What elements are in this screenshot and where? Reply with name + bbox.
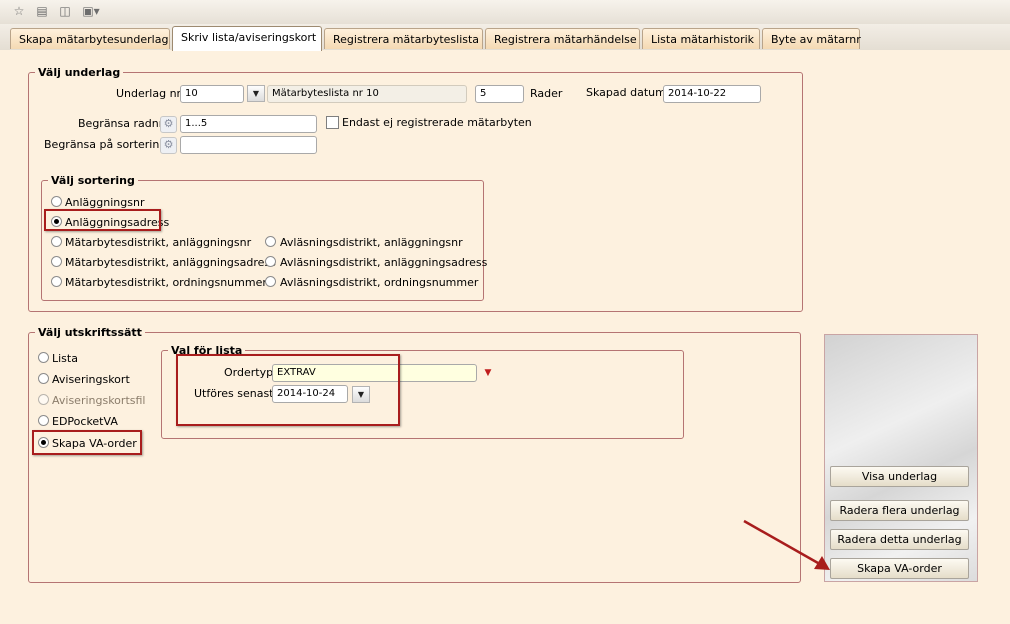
sort-label-av-anlaggningsnr: Avläsningsdistrikt, anläggningsnr	[280, 236, 463, 249]
sort-radio-mb-ordningsnummer[interactable]	[51, 276, 62, 287]
tab-skapa-matarbytesunderlag[interactable]: Skapa mätarbytesunderlag	[10, 28, 170, 49]
radera-detta-underlag-button[interactable]: Radera detta underlag	[830, 529, 969, 550]
sort-radio-av-ordningsnummer[interactable]	[265, 276, 276, 287]
valj-underlag-legend: Välj underlag	[38, 66, 121, 79]
chevron-down-icon: ▼	[252, 89, 260, 98]
valj-sortering-legend: Välj sortering	[51, 174, 135, 187]
highlight-box	[44, 209, 161, 231]
gear-icon[interactable]: ⚙	[160, 116, 177, 133]
tab-byte-av-matarnr[interactable]: Byte av mätarnr	[762, 28, 861, 49]
tab-strip: Skapa mätarbytesunderlag Skriv lista/avi…	[0, 24, 1010, 51]
print-label-aviseringskortsfil: Aviseringskortsfil	[52, 394, 146, 407]
ordertyp-dropdown-icon[interactable]: ▼	[480, 365, 496, 381]
list-name-field: Mätarbyteslista nr 10	[267, 85, 467, 103]
limit-sort-field[interactable]	[180, 136, 317, 154]
limit-sort-label: Begränsa på sortering	[44, 138, 167, 151]
only-unregistered-label: Endast ej registrerade mätarbyten	[342, 116, 532, 129]
toolbar: ☆ ▤ ◫ ▣▾	[0, 0, 1010, 25]
tab-label: Registrera mätarbyteslista	[333, 33, 480, 46]
sort-radio-av-anlaggningsnr[interactable]	[265, 236, 276, 247]
created-date-field[interactable]: 2014-10-22	[663, 85, 761, 103]
highlight-box	[32, 430, 142, 455]
sort-label-anlaggningsnr: Anläggningsnr	[65, 196, 145, 209]
print-radio-edpocketva[interactable]	[38, 415, 49, 426]
print-label-aviseringskort: Aviseringskort	[52, 373, 130, 386]
gear-icon[interactable]: ⚙	[160, 137, 177, 154]
tab-label: Byte av mätarnr	[771, 33, 861, 46]
print-radio-lista[interactable]	[38, 352, 49, 363]
sort-radio-mb-anlaggningsadress[interactable]	[51, 256, 62, 267]
export-icon[interactable]: ▣▾	[81, 4, 101, 18]
visa-underlag-button[interactable]: Visa underlag	[830, 466, 969, 487]
limit-rows-field[interactable]: 1...5	[180, 115, 317, 133]
rows-label: Rader	[530, 87, 563, 100]
sort-label-av-anlaggningsadress: Avläsningsdistrikt, anläggningsadress	[280, 256, 488, 269]
print-radio-aviseringskortsfil	[38, 394, 49, 405]
valj-utskriftssatt-legend: Välj utskriftssätt	[38, 326, 142, 339]
annotation-arrow-icon	[743, 519, 830, 570]
underlag-nr-label: Underlag nr	[116, 87, 182, 100]
print-label-lista: Lista	[52, 352, 78, 365]
tab-label: Skapa mätarbytesunderlag	[19, 33, 169, 46]
print-preview-icon[interactable]: ◫	[58, 4, 72, 18]
tab-content: Välj underlag Underlag nr 10 ▼ Mätarbyte…	[0, 50, 1010, 624]
print-label-edpocketva: EDPocketVA	[52, 415, 118, 428]
radera-flera-underlag-button[interactable]: Radera flera underlag	[830, 500, 969, 521]
sort-label-mb-ordningsnummer: Mätarbytesdistrikt, ordningsnummer	[65, 276, 267, 289]
sort-radio-mb-anlaggningsnr[interactable]	[51, 236, 62, 247]
limit-rows-label: Begränsa radnr	[78, 117, 164, 130]
print-radio-aviseringskort[interactable]	[38, 373, 49, 384]
rows-field[interactable]: 5	[475, 85, 524, 103]
sort-radio-anlaggningsnr[interactable]	[51, 196, 62, 207]
only-unregistered-checkbox[interactable]	[326, 116, 339, 129]
sort-label-mb-anlaggningsadress: Mätarbytesdistrikt, anläggningsadress	[65, 256, 276, 269]
tab-label: Registrera mätarhändelse	[494, 33, 637, 46]
back-icon[interactable]: ☆	[12, 4, 26, 18]
skapa-va-order-button[interactable]: Skapa VA-order	[830, 558, 969, 579]
underlag-nr-field[interactable]: 10	[180, 85, 244, 103]
tab-registrera-matarhandelse[interactable]: Registrera mätarhändelse	[485, 28, 640, 49]
tab-lista-matarhistorik[interactable]: Lista mätarhistorik	[642, 28, 760, 49]
created-date-label: Skapad datum	[586, 86, 666, 99]
sort-radio-av-anlaggningsadress[interactable]	[265, 256, 276, 267]
highlight-box	[176, 354, 400, 426]
tab-skriv-lista[interactable]: Skriv lista/aviseringskort	[172, 26, 322, 51]
tab-label: Skriv lista/aviseringskort	[181, 31, 317, 44]
sort-label-mb-anlaggningsnr: Mätarbytesdistrikt, anläggningsnr	[65, 236, 252, 249]
print-icon[interactable]: ▤	[35, 4, 49, 18]
tab-label: Lista mätarhistorik	[651, 33, 755, 46]
underlag-nr-dropdown-button[interactable]: ▼	[247, 85, 265, 102]
sort-label-av-ordningsnummer: Avläsningsdistrikt, ordningsnummer	[280, 276, 479, 289]
tab-registrera-matarbyteslista[interactable]: Registrera mätarbyteslista	[324, 28, 483, 49]
